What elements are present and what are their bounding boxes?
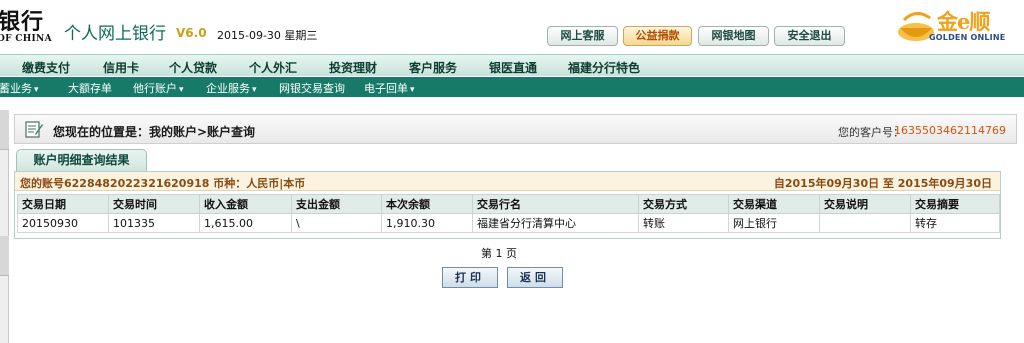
subnav-large-deposit[interactable]: 大额存单 — [68, 80, 112, 96]
account-info-bar: 您的账号6228482022321620918 币种：人民币|本币 自2015年… — [15, 172, 1000, 191]
result-panel: 您的账号6228482022321620918 币种：人民币|本币 自2015年… — [14, 171, 1001, 239]
breadcrumb-bar: 您现在的位置是：我的账户>账户查询 您的客户号： 163550346211476… — [14, 114, 1017, 144]
subnav-ebank-query[interactable]: 网银交易查询 — [279, 80, 345, 96]
nav-personal-forex[interactable]: 个人外汇 — [249, 59, 297, 76]
column-header: 支出金额 — [291, 194, 382, 214]
golden-online-english: GOLDEN ONLINE — [929, 33, 1006, 42]
subnav-label: 企业服务 — [206, 82, 250, 95]
left-sidebar-tab[interactable] — [0, 236, 9, 276]
main-nav: 缴费支付 信用卡 个人贷款 个人外汇 投资理财 客户服务 银医直通 福建分行特色 — [0, 54, 1024, 76]
nav-customer-service[interactable]: 客户服务 — [409, 59, 457, 76]
customer-number: 1635503462114769 — [894, 124, 1006, 137]
tab-account-detail-result[interactable]: 账户明细查询结果 — [16, 149, 147, 172]
document-pen-icon — [25, 121, 43, 138]
account-summary: 您的账号6228482022321620918 币种：人民币|本币 — [20, 177, 306, 190]
online-service-button[interactable]: 网上客服 — [547, 26, 618, 46]
cell-method: 转账 — [638, 213, 729, 233]
query-date-range: 自2015年09月30日 至 2015年09月30日 — [773, 177, 992, 190]
cell-time: 101335 — [108, 213, 200, 233]
subnav-label: 大额存单 — [68, 82, 112, 95]
breadcrumb: 您现在的位置是：我的账户>账户查询 — [53, 125, 256, 139]
site-title: 个人网上银行 — [64, 24, 166, 44]
left-sidebar-collapsed — [0, 110, 9, 343]
column-header: 交易行名 — [472, 194, 639, 214]
current-date: 2015-09-30 星期三 — [217, 29, 318, 42]
column-header: 本次余额 — [381, 194, 473, 214]
nav-hospital-direct[interactable]: 银医直通 — [489, 59, 537, 76]
nav-investment[interactable]: 投资理财 — [329, 59, 377, 76]
cell-balance: 1,910.30 — [381, 213, 473, 233]
chevron-down-icon: ▾ — [410, 85, 415, 95]
header: 银行 OF CHINA 个人网上银行 V6.0 2015-09-30 星期三 网… — [0, 0, 1024, 52]
transaction-table: 交易日期 交易时间 收入金额 支出金额 本次余额 交易行名 交易方式 交易渠道 … — [17, 194, 1000, 233]
nav-payment[interactable]: 缴费支付 — [22, 59, 70, 76]
chevron-down-icon: ▾ — [252, 85, 257, 95]
cell-bank-branch: 福建省分行清算中心 — [472, 213, 639, 233]
back-button[interactable]: 返回 — [507, 267, 563, 288]
version-label: V6.0 — [176, 26, 207, 40]
cell-date: 20150930 — [17, 213, 109, 233]
cell-expense: \ — [291, 213, 382, 233]
subnav-savings[interactable]: 储蓄业务▾ — [0, 80, 39, 96]
column-header: 交易方式 — [638, 194, 729, 214]
donate-button[interactable]: 公益捐款 — [623, 26, 692, 46]
nav-credit-card[interactable]: 信用卡 — [103, 59, 139, 76]
column-header: 交易说明 — [819, 194, 911, 214]
ebank-map-button[interactable]: 网银地图 — [698, 26, 769, 46]
nav-personal-loan[interactable]: 个人贷款 — [169, 59, 217, 76]
column-header: 收入金额 — [199, 194, 292, 214]
column-header: 交易渠道 — [728, 194, 820, 214]
chevron-down-icon: ▾ — [179, 85, 184, 95]
page-number: 第 1 页 — [481, 247, 517, 260]
cell-summary: 转存 — [910, 213, 1000, 233]
subnav-label: 储蓄业务 — [0, 82, 32, 95]
table-header-row: 交易日期 交易时间 收入金额 支出金额 本次余额 交易行名 交易方式 交易渠道 … — [17, 194, 1000, 214]
left-sidebar-tab[interactable] — [0, 110, 9, 150]
subnav-label: 网银交易查询 — [279, 82, 345, 95]
subnav-label: 他行账户 — [133, 82, 177, 95]
subnav-e-receipt[interactable]: 电子回单 ▾ — [364, 80, 415, 96]
nav-fujian-branch[interactable]: 福建分行特色 — [568, 59, 640, 76]
bank-logo-text: 银行 — [0, 9, 45, 35]
table-row: 20150930 101335 1,615.00 \ 1,910.30 福建省分… — [17, 213, 1000, 233]
cell-income: 1,615.00 — [199, 213, 292, 233]
sub-nav: 储蓄业务▾ 大额存单 他行账户▾ 企业服务▾ 网银交易查询 电子回单▾ — [0, 77, 1024, 97]
print-button[interactable]: 打印 — [442, 267, 498, 288]
subnav-label: 电子回单 — [364, 82, 408, 95]
column-header: 交易时间 — [108, 194, 200, 214]
column-header: 交易日期 — [17, 194, 109, 214]
column-header: 交易摘要 — [910, 194, 1000, 214]
subnav-other-bank[interactable]: 他行账户 ▾ — [133, 80, 184, 96]
cell-description — [819, 213, 911, 233]
chevron-down-icon: ▾ — [34, 85, 39, 95]
logout-button[interactable]: 安全退出 — [774, 26, 845, 46]
bank-logo-english: OF CHINA — [0, 34, 52, 44]
cell-channel: 网上银行 — [728, 213, 820, 233]
subnav-enterprise[interactable]: 企业服务 ▾ — [206, 80, 257, 96]
golden-online-name: 金e顺 — [937, 9, 990, 34]
